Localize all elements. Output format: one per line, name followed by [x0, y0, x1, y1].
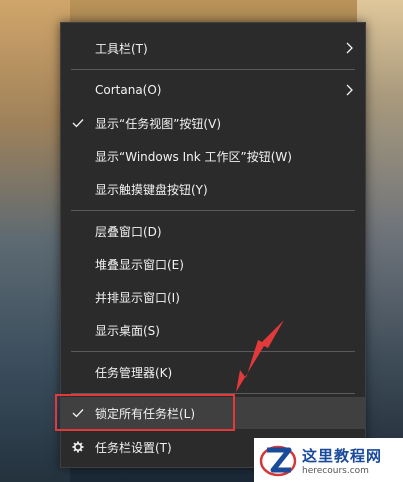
menu-item-label: 显示桌面(S) [95, 323, 160, 338]
watermark-title: 这里教程网 [302, 446, 383, 465]
annotation-highlight-box [55, 394, 235, 431]
gear-icon [71, 440, 85, 454]
menu-item-label: 显示“任务视图”按钮(V) [95, 116, 222, 131]
menu-item-show-task-view[interactable]: 显示“任务视图”按钮(V) [61, 107, 365, 139]
menu-item-label: 任务管理器(K) [95, 365, 173, 380]
menu-item-task-manager[interactable]: 任务管理器(K) [61, 356, 365, 388]
menu-item-side-by-side-windows[interactable]: 并排显示窗口(I) [61, 281, 365, 313]
menu-item-stack-windows[interactable]: 堆叠显示窗口(E) [61, 248, 365, 280]
menu-item-show-windows-ink[interactable]: 显示“Windows Ink 工作区”按钮(W) [61, 140, 365, 172]
watermark: 这里教程网 herecours.com [254, 438, 403, 482]
menu-item-label: 堆叠显示窗口(E) [95, 257, 184, 272]
menu-item-cascade-windows[interactable]: 层叠窗口(D) [61, 215, 365, 247]
menu-item-label: 显示触摸键盘按钮(Y) [95, 182, 208, 197]
menu-item-label: 显示“Windows Ink 工作区”按钮(W) [95, 149, 292, 164]
menu-item-label: 层叠窗口(D) [95, 224, 162, 239]
menu-item-label: 并排显示窗口(I) [95, 290, 180, 305]
menu-item-toolbars[interactable]: 工具栏(T) [61, 32, 365, 64]
annotation-arrow-icon [236, 320, 284, 392]
menu-item-cortana[interactable]: Cortana(O) [61, 74, 365, 106]
menu-separator [71, 210, 355, 211]
chevron-right-icon [345, 41, 355, 55]
menu-separator [71, 69, 355, 70]
menu-item-show-touch-keyboard[interactable]: 显示触摸键盘按钮(Y) [61, 173, 365, 205]
menu-item-show-desktop[interactable]: 显示桌面(S) [61, 314, 365, 346]
menu-item-label: 工具栏(T) [95, 41, 148, 56]
menu-separator [71, 351, 355, 352]
menu-item-label: Cortana(O) [95, 83, 162, 97]
checkmark-icon [71, 116, 85, 130]
watermark-url: herecours.com [302, 465, 369, 476]
menu-item-label: 任务栏设置(T) [95, 440, 172, 455]
site-logo-icon [259, 445, 297, 477]
chevron-right-icon [345, 83, 355, 97]
